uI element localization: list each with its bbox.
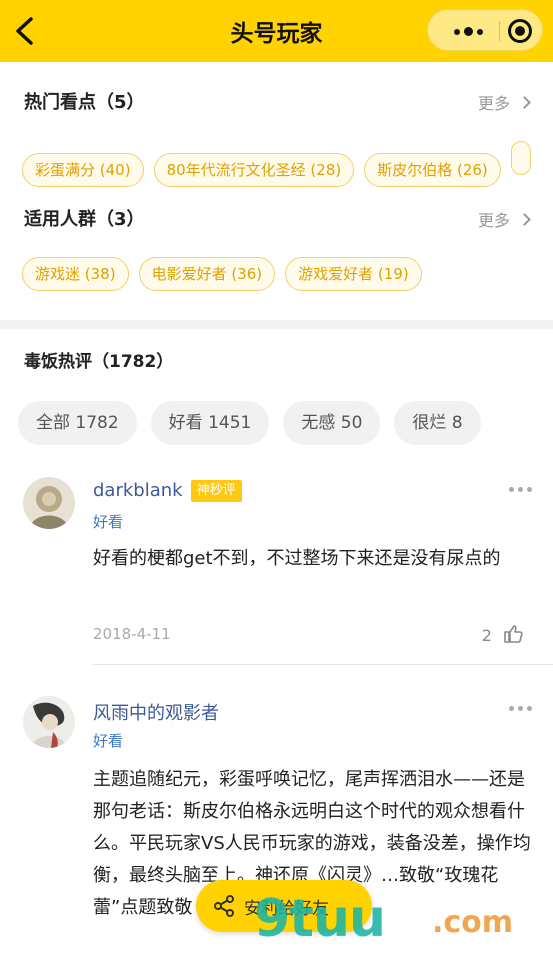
more-options-icon[interactable] [509,487,533,493]
like-button[interactable]: 2 [482,624,523,645]
tag-chip[interactable]: 电影爱好者 (36) [138,257,276,291]
username-text: darkblank [93,480,183,501]
share-icon [214,895,234,917]
more-label: 更多 [477,94,510,113]
chevron-right-icon [518,96,531,109]
audience-more-link[interactable]: 更多 [477,207,531,231]
hot-points-title: 热门看点（5） [24,92,145,113]
review-text: 好看的梗都get不到，不过整场下来还是没有尿点的 [93,548,501,569]
tag-chip[interactable]: 游戏迷 (38) [22,257,129,291]
filter-bad[interactable]: 很烂 8 [394,401,481,445]
watermark-suffix: .com [432,905,514,940]
watermark-main: 9tuu [254,889,386,949]
nav-bar: 头号玩家 [0,0,553,62]
review-rating: 好看 [93,732,124,750]
filter-all[interactable]: 全部 1782 [18,401,137,445]
avatar[interactable] [23,477,75,529]
review-date: 2018-4-11 [93,625,171,643]
review-username[interactable]: 风雨中的观影者 [93,699,219,725]
audience-tags: 游戏迷 (38) 电影爱好者 (36) 游戏爱好者 (19) [22,257,432,291]
tag-chip[interactable]: 彩蛋满分 (40) [22,153,144,187]
capsule-divider [499,21,500,41]
more-dots-icon[interactable] [454,27,490,36]
mini-program-capsule [427,9,543,51]
audience-title: 适用人群（3） [24,209,145,230]
avatar[interactable] [23,696,75,748]
review-rating: 好看 [93,513,124,531]
tag-chip-partial[interactable] [510,141,531,175]
review-separator [93,664,553,665]
review-username[interactable]: darkblank 神秒评 [93,480,242,502]
reviews-title: 毒饭热评（1782） [24,352,174,372]
status-badge: 神秒评 [190,480,242,502]
filter-good[interactable]: 好看 1451 [150,401,270,445]
chevron-right-icon [518,213,531,226]
thumbs-up-icon [504,625,523,643]
hot-points-more-link[interactable]: 更多 [477,90,531,114]
target-icon[interactable] [508,19,532,43]
hot-points-tags: 彩蛋满分 (40) 80年代流行文化圣经 (28) 斯皮尔伯格 (26) [22,141,541,187]
more-options-icon[interactable] [509,706,533,712]
review-filter-bar: 全部 1782 好看 1451 无感 50 很烂 8 [18,401,495,445]
more-label: 更多 [477,211,510,230]
tag-chip[interactable]: 游戏爱好者 (19) [285,257,422,291]
like-count: 2 [481,626,492,645]
section-divider [0,320,553,329]
tag-chip[interactable]: 斯皮尔伯格 (26) [364,153,501,187]
site-watermark-logo: 9tuu .com [254,889,514,953]
filter-neutral[interactable]: 无感 50 [283,401,381,445]
tag-chip[interactable]: 80年代流行文化圣经 (28) [153,153,355,187]
